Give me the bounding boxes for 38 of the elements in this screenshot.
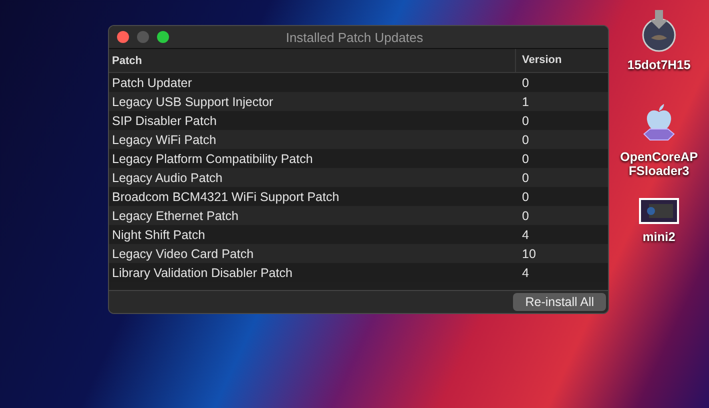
table-cell-text: 0: [521, 170, 530, 184]
table-cell-text: Legacy Ethernet Patch: [111, 208, 240, 222]
table-cell-text: 1: [521, 94, 530, 108]
table-cell-text: Legacy Platform Compatibility Patch: [111, 152, 314, 166]
table-cell-text: Legacy WiFi Patch: [111, 132, 218, 146]
table-cell-text: 0: [521, 132, 530, 146]
table-cell-text: 0: [521, 152, 530, 166]
desktop-icon-label[interactable]: OpenCoreAPFSloader3: [618, 150, 700, 178]
table-cell-text: Broadcom BCM4321 WiFi Support Patch: [111, 190, 340, 204]
zoom-button[interactable]: [157, 31, 169, 43]
table-cell-text: Library Validation Disabler Patch: [111, 266, 294, 280]
table-cell-text: Legacy Audio Patch: [111, 170, 224, 184]
table-cell-text: 0: [521, 114, 530, 128]
window-title: Installed Patch Updates: [284, 30, 424, 44]
table-cell-text: 0: [521, 208, 530, 222]
disk-icon[interactable]: [642, 10, 676, 52]
table-cell-text: SIP Disabler Patch: [111, 114, 218, 128]
column-header[interactable]: Version: [515, 49, 608, 72]
table-cell-text: 0: [521, 190, 530, 204]
desktop-icon-label[interactable]: 15dot7H15: [618, 58, 700, 72]
reinstall-button[interactable]: Re-install All: [513, 293, 606, 311]
table-cell-text: 0: [521, 76, 530, 90]
table-cell-text: Legacy USB Support Injector: [111, 94, 274, 108]
table-row[interactable]: Legacy WiFi Patch 0: [109, 130, 608, 149]
screenshot-thumbnail-icon[interactable]: [639, 198, 679, 224]
table-row[interactable]: Legacy USB Support Injector 1: [109, 92, 608, 111]
column-header[interactable]: Patch: [109, 54, 515, 66]
table-cell-text: 4: [521, 266, 530, 280]
table-cell-text: 4: [521, 228, 530, 242]
table-cell-text: Legacy Video Card Patch: [111, 246, 255, 260]
desktop-icon-label[interactable]: mini2: [618, 230, 700, 244]
table-cell-text: Night Shift Patch: [111, 228, 206, 242]
close-button[interactable]: [117, 31, 129, 43]
table-row[interactable]: Legacy Ethernet Patch 0: [109, 206, 608, 225]
table-cell-text: 10: [521, 246, 537, 260]
table-row[interactable]: Legacy Video Card Patch 10: [109, 244, 608, 263]
table-cell-text: Patch Updater: [111, 76, 193, 90]
table-row[interactable]: Legacy Audio Patch 0: [109, 168, 608, 187]
